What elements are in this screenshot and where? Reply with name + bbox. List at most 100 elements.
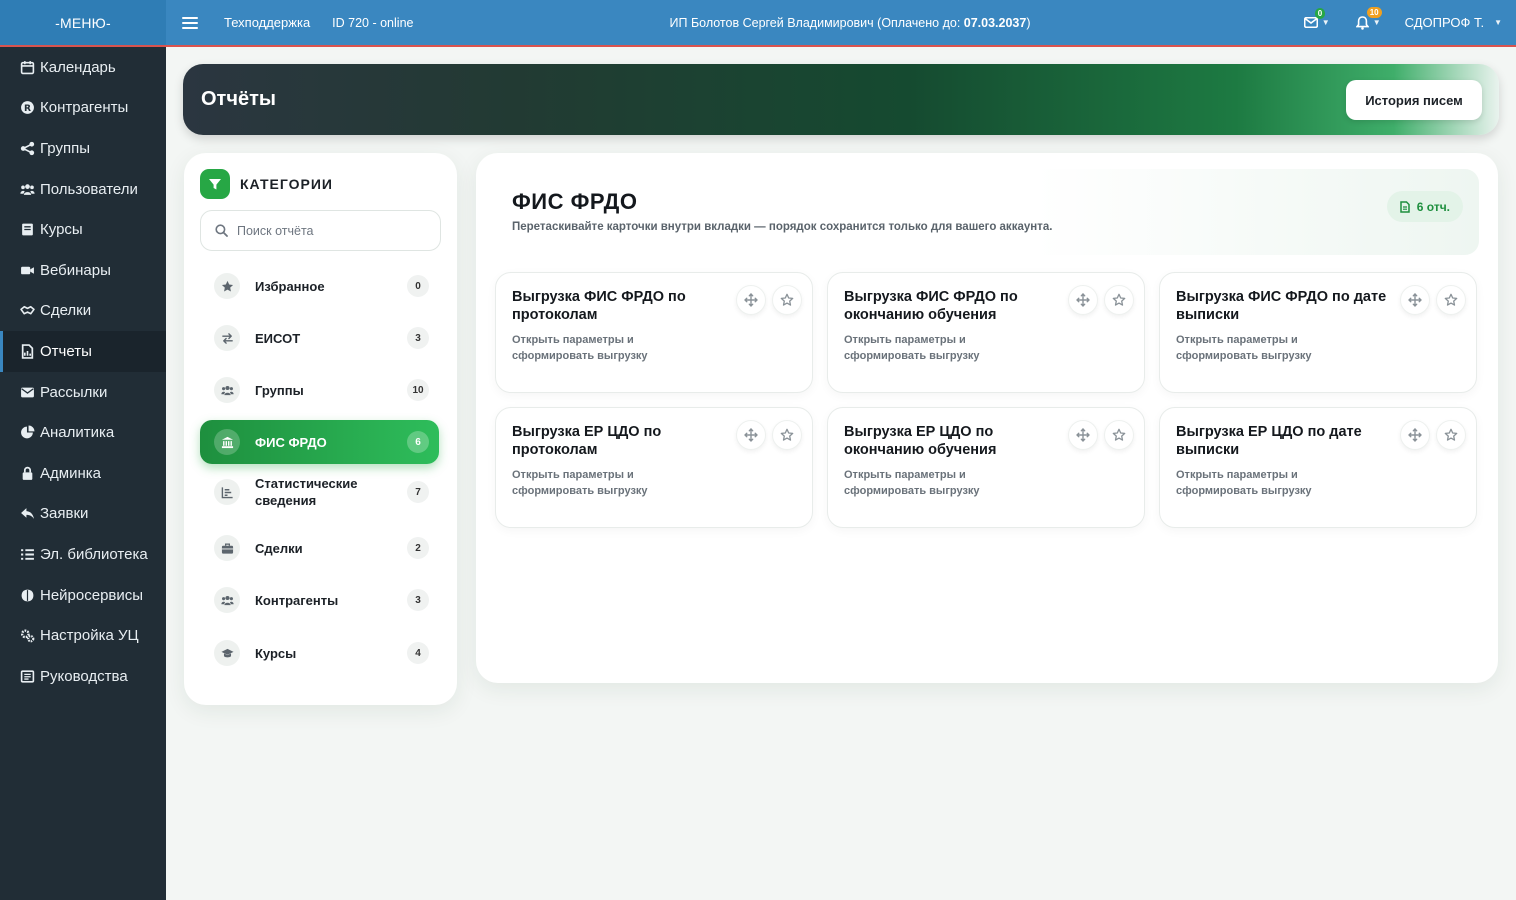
category-count-badge: 3 bbox=[407, 327, 429, 349]
envelope-icon bbox=[1303, 17, 1318, 28]
sidebar-item-label: Руководства bbox=[40, 667, 128, 685]
categories-title: КАТЕГОРИИ bbox=[240, 176, 333, 192]
sidebar-item-16[interactable]: Руководства bbox=[0, 656, 166, 697]
section-header: ФИС ФРДО Перетаскивайте карточки внутри … bbox=[492, 169, 1479, 255]
users-icon bbox=[214, 377, 240, 403]
drag-handle-icon[interactable] bbox=[1068, 285, 1098, 315]
bar-chart-icon bbox=[214, 479, 240, 505]
category-label: Избранное bbox=[255, 278, 325, 294]
users-icon bbox=[18, 181, 36, 197]
sidebar-item-8[interactable]: Отчеты bbox=[0, 331, 166, 372]
sidebar-item-2[interactable]: R Контрагенты bbox=[0, 88, 166, 129]
category-count-badge: 2 bbox=[407, 537, 429, 559]
category-item-1[interactable]: Избранное 0 bbox=[200, 264, 439, 308]
report-search-input[interactable] bbox=[237, 223, 427, 238]
menu-toggle-label[interactable]: -МЕНЮ- bbox=[0, 0, 166, 45]
category-item-7[interactable]: Контрагенты 3 bbox=[200, 578, 439, 622]
reply-icon bbox=[18, 506, 36, 522]
id-status-text: ID 720 - online bbox=[332, 15, 414, 30]
sidebar-item-4[interactable]: Пользователи bbox=[0, 169, 166, 210]
sidebar-item-6[interactable]: Вебинары bbox=[0, 250, 166, 291]
report-card-4[interactable]: Выгрузка ЕР ЦДО по протоколам Открыть пар… bbox=[495, 407, 813, 528]
sidebar-item-7[interactable]: Сделки bbox=[0, 291, 166, 332]
sidebar-item-11[interactable]: Админка bbox=[0, 453, 166, 494]
category-label: ЕИСОТ bbox=[255, 330, 301, 346]
sidebar-item-15[interactable]: Настройка УЦ bbox=[0, 615, 166, 656]
favorite-star-icon[interactable] bbox=[772, 285, 802, 315]
chevron-down-icon: ▼ bbox=[1321, 18, 1330, 27]
category-item-8[interactable]: Курсы 4 bbox=[200, 631, 439, 675]
drag-handle-icon[interactable] bbox=[1068, 420, 1098, 450]
sidebar-item-3[interactable]: Группы bbox=[0, 128, 166, 169]
search-icon bbox=[215, 224, 228, 237]
paid-until-date: 07.03.2037 bbox=[963, 15, 1027, 30]
report-card-3[interactable]: Выгрузка ФИС ФРДО по дате выписки Открыть… bbox=[1159, 272, 1477, 393]
report-card-5[interactable]: Выгрузка ЕР ЦДО по окончанию обучения Отк… bbox=[827, 407, 1145, 528]
sidebar-item-label: Сделки bbox=[40, 302, 92, 320]
category-count-badge: 7 bbox=[407, 481, 429, 503]
favorite-star-icon[interactable] bbox=[1104, 285, 1134, 315]
mail-dropdown[interactable]: 0 ▼ bbox=[1303, 8, 1330, 28]
category-count-badge: 6 bbox=[407, 431, 429, 453]
mail-history-button[interactable]: История писем bbox=[1346, 80, 1482, 120]
report-search bbox=[200, 210, 441, 251]
manual-icon bbox=[18, 668, 36, 684]
favorite-star-icon[interactable] bbox=[1436, 420, 1466, 450]
gears-icon bbox=[18, 628, 36, 644]
report-count-text: 6 отч. bbox=[1416, 199, 1450, 214]
category-item-4[interactable]: ФИС ФРДО 6 bbox=[200, 420, 439, 464]
category-item-3[interactable]: Группы 10 bbox=[200, 368, 439, 412]
envelope-icon bbox=[18, 384, 36, 400]
notifications-dropdown[interactable]: 10 ▼ bbox=[1355, 6, 1382, 30]
category-label: Курсы bbox=[255, 645, 297, 661]
category-item-6[interactable]: Сделки 2 bbox=[200, 526, 439, 570]
sidebar-item-label: Заявки bbox=[40, 505, 89, 523]
sidebar-item-label: Нейросервисы bbox=[40, 586, 144, 604]
drag-handle-icon[interactable] bbox=[1400, 285, 1430, 315]
graduation-cap-icon bbox=[214, 640, 240, 666]
section-title: ФИС ФРДО bbox=[512, 189, 638, 214]
sidebar-item-13[interactable]: Эл. библиотека bbox=[0, 534, 166, 575]
favorite-star-icon[interactable] bbox=[772, 420, 802, 450]
book-icon bbox=[18, 222, 36, 238]
sidebar-item-12[interactable]: Заявки bbox=[0, 494, 166, 535]
sidebar-item-label: Пользователи bbox=[40, 180, 138, 198]
report-card-2[interactable]: Выгрузка ФИС ФРДО по окончанию обучения О… bbox=[827, 272, 1145, 393]
sidebar-item-label: Рассылки bbox=[40, 383, 108, 401]
calendar-icon bbox=[18, 59, 36, 75]
favorite-star-icon[interactable] bbox=[1436, 285, 1466, 315]
sidebar-nav: Календарь R Контрагенты Группы Пользователи К… bbox=[0, 47, 166, 900]
user-menu[interactable]: СДОПРОФ Т. ▼ bbox=[1405, 15, 1502, 30]
pie-chart-icon bbox=[18, 425, 36, 441]
sidebar-item-label: Админка bbox=[40, 464, 101, 482]
sidebar-item-1[interactable]: Календарь bbox=[0, 47, 166, 88]
sidebar-item-label: Аналитика bbox=[40, 424, 115, 442]
category-item-5[interactable]: Статистические сведения 7 bbox=[200, 470, 439, 514]
report-card-6[interactable]: Выгрузка ЕР ЦДО по дате выписки Открыть п… bbox=[1159, 407, 1477, 528]
sidebar-item-label: Эл. библиотека bbox=[40, 545, 148, 563]
list-icon bbox=[18, 546, 36, 562]
report-card-description: Открыть параметры и сформировать выгрузк… bbox=[512, 334, 648, 362]
lock-icon bbox=[18, 465, 36, 481]
sidebar-item-9[interactable]: Рассылки bbox=[0, 372, 166, 413]
drag-handle-icon[interactable] bbox=[1400, 420, 1430, 450]
hamburger-menu-icon[interactable] bbox=[182, 16, 198, 29]
report-card-1[interactable]: Выгрузка ФИС ФРДО по протоколам Открыть п… bbox=[495, 272, 813, 393]
owner-name: ИП Болотов Сергей Владимирович (Оплачено… bbox=[669, 15, 964, 30]
report-card-description: Открыть параметры и сформировать выгрузк… bbox=[1176, 334, 1312, 362]
sidebar-item-10[interactable]: Аналитика bbox=[0, 412, 166, 453]
chevron-down-icon: ▼ bbox=[1494, 18, 1502, 27]
support-link[interactable]: Техподдержка bbox=[224, 15, 310, 30]
sidebar-item-5[interactable]: Курсы bbox=[0, 209, 166, 250]
drag-handle-icon[interactable] bbox=[736, 420, 766, 450]
sidebar-item-14[interactable]: Нейросервисы bbox=[0, 575, 166, 616]
section-subtitle: Перетаскивайте карточки внутри вкладки —… bbox=[512, 221, 1053, 233]
category-item-2[interactable]: ЕИСОТ 3 bbox=[200, 316, 439, 360]
owner-close-paren: ) bbox=[1026, 15, 1031, 30]
owner-info: ИП Болотов Сергей Владимирович (Оплачено… bbox=[560, 16, 1140, 30]
video-icon bbox=[18, 262, 36, 278]
drag-handle-icon[interactable] bbox=[736, 285, 766, 315]
favorite-star-icon[interactable] bbox=[1104, 420, 1134, 450]
filter-icon bbox=[200, 169, 230, 199]
report-card-title: Выгрузка ЕР ЦДО по дате выписки bbox=[1176, 424, 1362, 458]
